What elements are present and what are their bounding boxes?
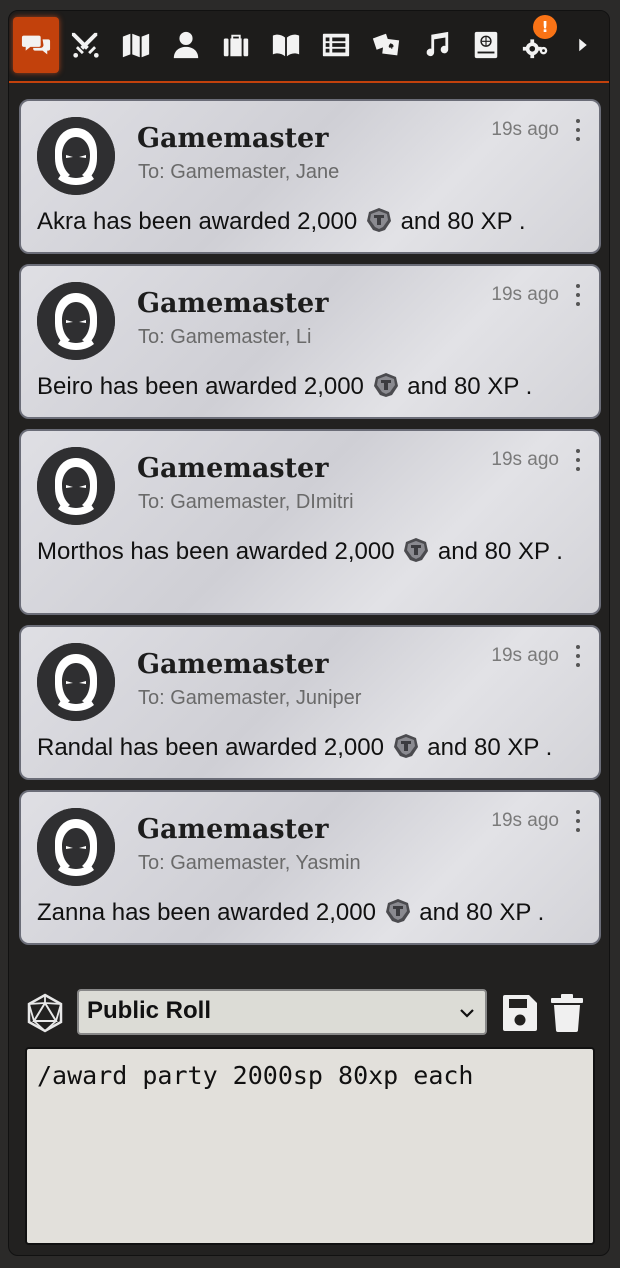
message-menu-icon[interactable] bbox=[573, 284, 583, 306]
message-content: Zanna has been awarded 2,000 and 80 XP . bbox=[37, 896, 587, 930]
person-icon bbox=[173, 31, 199, 59]
message-timestamp: 19s ago bbox=[491, 284, 559, 305]
hooded-figure-icon bbox=[37, 282, 115, 360]
message-sender: Gamemaster bbox=[137, 123, 329, 154]
tab-actors[interactable] bbox=[163, 17, 209, 73]
avatar bbox=[37, 643, 115, 721]
chat-message: Gamemaster To: Gamemaster, Juniper 19s ago… bbox=[19, 625, 601, 780]
silver-coin-icon bbox=[366, 208, 391, 232]
collapse-sidebar-button[interactable] bbox=[563, 17, 603, 73]
message-recipients: To: Gamemaster, DImitri bbox=[138, 491, 354, 513]
hooded-figure-icon bbox=[37, 643, 115, 721]
tab-tables[interactable] bbox=[313, 17, 359, 73]
message-sender: Gamemaster bbox=[137, 814, 329, 845]
music-note-icon bbox=[426, 31, 449, 57]
list-icon bbox=[322, 33, 350, 57]
tab-settings[interactable]: ! bbox=[513, 15, 559, 73]
save-icon[interactable] bbox=[501, 993, 539, 1033]
chat-message: Gamemaster To: Gamemaster, DImitri 19s ago… bbox=[19, 429, 601, 615]
message-timestamp: 19s ago bbox=[491, 810, 559, 831]
chat-message: Gamemaster To: Gamemaster, Li 19s ago Beiro… bbox=[19, 264, 601, 419]
silver-coin-icon bbox=[385, 899, 410, 923]
avatar bbox=[37, 808, 115, 886]
chat-log: Gamemaster To: Gamemaster, Jane 19s ago Akr… bbox=[19, 99, 601, 955]
message-menu-icon[interactable] bbox=[573, 449, 583, 471]
hooded-figure-icon bbox=[37, 808, 115, 886]
chevron-right-icon bbox=[579, 38, 587, 52]
message-menu-icon[interactable] bbox=[573, 119, 583, 141]
message-recipients: To: Gamemaster, Li bbox=[138, 326, 312, 348]
chat-sidebar: ! Gamemaster To: Gamemaster, Jane 19s ago A… bbox=[8, 10, 610, 1256]
message-text-start: Randal has been awarded 2,000 bbox=[37, 734, 384, 761]
message-text-end: and 80 XP . bbox=[427, 734, 553, 761]
hooded-figure-icon bbox=[37, 117, 115, 195]
message-recipients: To: Gamemaster, Jane bbox=[138, 161, 340, 183]
message-text-start: Morthos has been awarded 2,000 bbox=[37, 538, 395, 565]
tab-chat[interactable] bbox=[13, 17, 59, 73]
message-text-end: and 80 XP . bbox=[407, 373, 533, 400]
message-text-start: Akra has been awarded 2,000 bbox=[37, 208, 358, 235]
tab-items[interactable] bbox=[213, 17, 259, 73]
open-book-icon bbox=[272, 34, 300, 57]
message-sender: Gamemaster bbox=[137, 288, 329, 319]
message-timestamp: 19s ago bbox=[491, 449, 559, 470]
chat-icon bbox=[21, 35, 51, 55]
message-text-end: and 80 XP . bbox=[400, 208, 526, 235]
trash-icon[interactable] bbox=[549, 993, 585, 1033]
message-menu-icon[interactable] bbox=[573, 645, 583, 667]
chat-message-input[interactable]: /award party 2000sp 80xp each bbox=[25, 1047, 595, 1245]
silver-coin-icon bbox=[373, 373, 398, 397]
avatar bbox=[37, 117, 115, 195]
crossed-swords-icon bbox=[71, 32, 99, 58]
message-content: Morthos has been awarded 2,000 and 80 XP… bbox=[37, 535, 587, 569]
message-content: Randal has been awarded 2,000 and 80 XP … bbox=[37, 731, 587, 765]
chat-message: Gamemaster To: Gamemaster, Yasmin 19s ago Z… bbox=[19, 790, 601, 945]
briefcase-icon bbox=[223, 34, 249, 57]
message-recipients: To: Gamemaster, Yasmin bbox=[138, 852, 361, 874]
d20-dice-icon[interactable] bbox=[25, 993, 65, 1033]
tab-compendium[interactable] bbox=[463, 17, 509, 73]
message-menu-icon[interactable] bbox=[573, 810, 583, 832]
avatar bbox=[37, 282, 115, 360]
tab-journal[interactable] bbox=[263, 17, 309, 73]
tab-scenes[interactable] bbox=[113, 17, 159, 73]
hooded-figure-icon bbox=[37, 447, 115, 525]
tab-cards[interactable] bbox=[363, 17, 409, 73]
silver-coin-icon bbox=[393, 734, 418, 758]
avatar bbox=[37, 447, 115, 525]
message-sender: Gamemaster bbox=[137, 453, 329, 484]
chat-message: Gamemaster To: Gamemaster, Jane 19s ago Akr… bbox=[19, 99, 601, 254]
message-text-start: Beiro has been awarded 2,000 bbox=[37, 373, 364, 400]
tab-combat[interactable] bbox=[63, 17, 109, 73]
message-timestamp: 19s ago bbox=[491, 119, 559, 140]
message-content: Beiro has been awarded 2,000 and 80 XP . bbox=[37, 370, 587, 404]
silver-coin-icon bbox=[404, 538, 429, 562]
map-icon bbox=[122, 33, 150, 58]
message-recipients: To: Gamemaster, Juniper bbox=[138, 687, 362, 709]
compendium-icon bbox=[474, 31, 498, 59]
cards-icon bbox=[372, 33, 400, 56]
message-content: Akra has been awarded 2,000 and 80 XP . bbox=[37, 205, 587, 239]
message-timestamp: 19s ago bbox=[491, 645, 559, 666]
sidebar-tab-bar: ! bbox=[9, 11, 609, 83]
message-text-end: and 80 XP . bbox=[437, 538, 563, 565]
roll-mode-select[interactable]: Public Roll bbox=[77, 989, 487, 1035]
roll-mode-value: Public Roll bbox=[87, 997, 212, 1024]
message-text-end: and 80 XP . bbox=[419, 899, 545, 926]
notification-badge: ! bbox=[533, 15, 557, 39]
message-sender: Gamemaster bbox=[137, 649, 329, 680]
chevron-down-icon bbox=[460, 1009, 474, 1018]
tab-playlists[interactable] bbox=[413, 17, 459, 73]
message-text-start: Zanna has been awarded 2,000 bbox=[37, 899, 376, 926]
